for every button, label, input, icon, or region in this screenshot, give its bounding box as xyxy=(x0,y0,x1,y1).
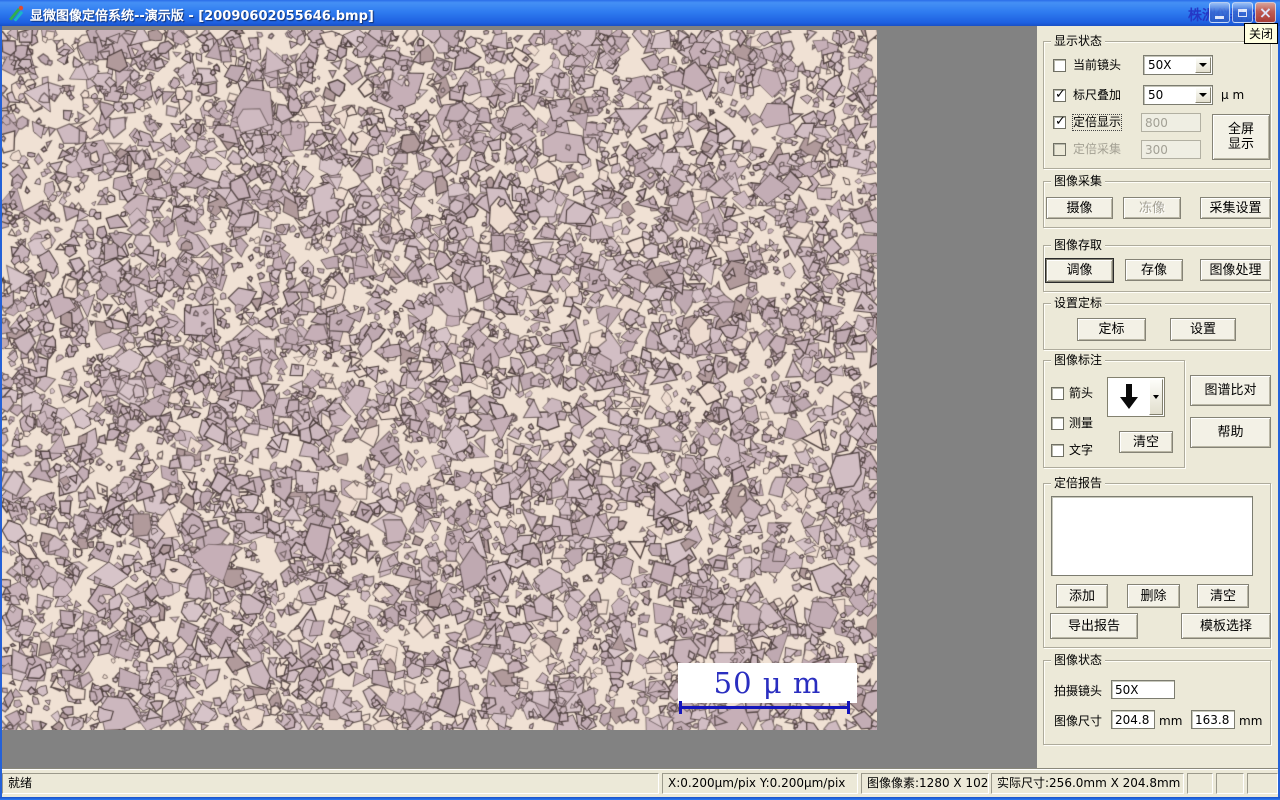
status-ready: 就绪 xyxy=(2,773,659,794)
image-height-input[interactable] xyxy=(1191,710,1235,729)
client-area: 50 μ m xyxy=(2,26,1037,768)
group-capture-title: 图像采集 xyxy=(1051,174,1106,188)
restore-button[interactable] xyxy=(1232,2,1253,23)
down-arrow-icon xyxy=(1118,383,1140,414)
chevron-down-icon[interactable] xyxy=(1195,87,1211,103)
measure-checkbox[interactable] xyxy=(1051,417,1064,430)
fixed-display-label: 定倍显示 xyxy=(1071,114,1123,131)
current-lens-checkbox[interactable] xyxy=(1053,59,1066,72)
scale-unit-label: μ m xyxy=(1221,88,1245,102)
annotation-clear-button[interactable]: 清空 xyxy=(1119,431,1173,453)
image-width-input[interactable] xyxy=(1111,710,1155,729)
group-report-title: 定倍报告 xyxy=(1051,476,1106,490)
report-listbox[interactable] xyxy=(1051,496,1253,576)
current-lens-label: 当前镜头 xyxy=(1073,58,1122,72)
image-size-label: 图像尺寸 xyxy=(1054,714,1103,728)
close-tooltip: 关闭 xyxy=(1243,23,1278,44)
dropdown-arrow-icon xyxy=(1199,63,1207,67)
current-lens-select[interactable]: 50X xyxy=(1143,55,1213,75)
window-controls xyxy=(1209,2,1276,23)
status-panel-empty xyxy=(1216,773,1244,794)
app-window: 显微图像定倍系统--演示版 - [20090602055646.bmp] 株洲仪… xyxy=(0,0,1280,800)
help-button[interactable]: 帮助 xyxy=(1190,417,1271,448)
arrow-label: 箭头 xyxy=(1069,386,1094,400)
dropdown-arrow-icon xyxy=(1199,93,1207,97)
report-add-button[interactable]: 添加 xyxy=(1056,584,1108,608)
dropdown-arrow-icon xyxy=(1153,395,1159,399)
status-actual-size: 实际尺寸:256.0mm X 204.8mm xyxy=(991,773,1184,794)
status-bar: 就绪 X:0.200μm/pix Y:0.200μm/pix 图像像素:1280… xyxy=(0,768,1280,798)
title-bar: 显微图像定倍系统--演示版 - [20090602055646.bmp] 株洲仪… xyxy=(0,0,1280,44)
minimize-icon xyxy=(1215,15,1224,19)
scale-overlay-label: 标尺叠加 xyxy=(1073,88,1122,102)
restore-icon xyxy=(1238,8,1247,17)
export-report-button[interactable]: 导出报告 xyxy=(1050,613,1138,639)
window-title: 显微图像定倍系统--演示版 - [20090602055646.bmp] xyxy=(30,9,374,24)
minimize-button[interactable] xyxy=(1209,2,1230,23)
group-image-status: 图像状态 xyxy=(1043,653,1271,745)
scale-bar-overlay: 50 μ m xyxy=(678,663,857,703)
close-button[interactable] xyxy=(1255,2,1276,23)
text-label: 文字 xyxy=(1069,443,1094,457)
current-lens-value: 50X xyxy=(1148,58,1172,72)
fullscreen-button-line2: 显示 xyxy=(1227,137,1254,152)
shoot-lens-label: 拍摄镜头 xyxy=(1054,684,1103,698)
calibrate-button[interactable]: 定标 xyxy=(1077,318,1146,341)
template-select-button[interactable]: 模板选择 xyxy=(1181,613,1271,639)
scale-value-select[interactable]: 50 xyxy=(1143,85,1213,105)
image-process-button[interactable]: 图像处理 xyxy=(1200,259,1271,281)
load-image-button[interactable]: 调像 xyxy=(1046,259,1113,282)
window-border-left xyxy=(0,26,2,797)
report-clear-button[interactable]: 清空 xyxy=(1197,584,1249,608)
group-image-status-title: 图像状态 xyxy=(1051,653,1106,667)
status-image-pixels: 图像像素:1280 X 1024 xyxy=(861,773,989,794)
calibration-settings-button[interactable]: 设置 xyxy=(1170,318,1236,341)
save-image-button[interactable]: 存像 xyxy=(1125,259,1183,281)
group-calibration-title: 设置定标 xyxy=(1051,296,1106,310)
fixed-capture-input xyxy=(1141,140,1201,159)
group-storage-title: 图像存取 xyxy=(1051,238,1106,252)
microscope-image[interactable]: 50 μ m xyxy=(2,30,877,730)
micrograph-canvas xyxy=(2,30,877,730)
fixed-display-checkbox[interactable] xyxy=(1053,114,1066,129)
chevron-down-icon[interactable] xyxy=(1149,379,1163,415)
control-panel: 显示状态 当前镜头 50X 标尺叠加 50 μ m 定倍显示 定倍采集 全屏 显… xyxy=(1037,26,1278,768)
app-icon xyxy=(7,4,25,22)
fixed-capture-label: 定倍采集 xyxy=(1073,142,1122,156)
group-display-status-title: 显示状态 xyxy=(1051,34,1106,48)
atlas-compare-button[interactable]: 图谱比对 xyxy=(1190,375,1271,406)
shoot-button[interactable]: 摄像 xyxy=(1046,197,1113,219)
text-checkbox[interactable] xyxy=(1051,444,1064,457)
scale-value: 50 xyxy=(1148,88,1164,102)
scale-bar-label: 50 μ m xyxy=(713,666,822,700)
scale-overlay-checkbox[interactable] xyxy=(1053,87,1066,102)
arrow-style-select[interactable] xyxy=(1107,377,1165,417)
image-height-unit: mm xyxy=(1239,714,1263,728)
chevron-down-icon[interactable] xyxy=(1195,57,1211,73)
status-panel-empty xyxy=(1247,773,1278,794)
close-icon xyxy=(1259,4,1272,21)
fullscreen-button[interactable]: 全屏 显示 xyxy=(1212,114,1270,160)
fullscreen-button-line1: 全屏 xyxy=(1227,122,1254,137)
group-annotation-title: 图像标注 xyxy=(1051,353,1106,367)
freeze-button: 冻像 xyxy=(1123,197,1181,219)
status-panel-empty xyxy=(1187,773,1213,794)
report-delete-button[interactable]: 删除 xyxy=(1127,584,1180,608)
arrow-checkbox[interactable] xyxy=(1051,387,1064,400)
status-resolution: X:0.200μm/pix Y:0.200μm/pix xyxy=(662,773,858,794)
capture-settings-button[interactable]: 采集设置 xyxy=(1200,197,1271,219)
fixed-capture-checkbox xyxy=(1053,143,1066,156)
image-width-unit: mm xyxy=(1159,714,1183,728)
measure-label: 测量 xyxy=(1069,416,1094,430)
fixed-display-input xyxy=(1141,113,1201,132)
shoot-lens-input[interactable] xyxy=(1111,680,1175,699)
scale-bar-line xyxy=(679,701,850,714)
